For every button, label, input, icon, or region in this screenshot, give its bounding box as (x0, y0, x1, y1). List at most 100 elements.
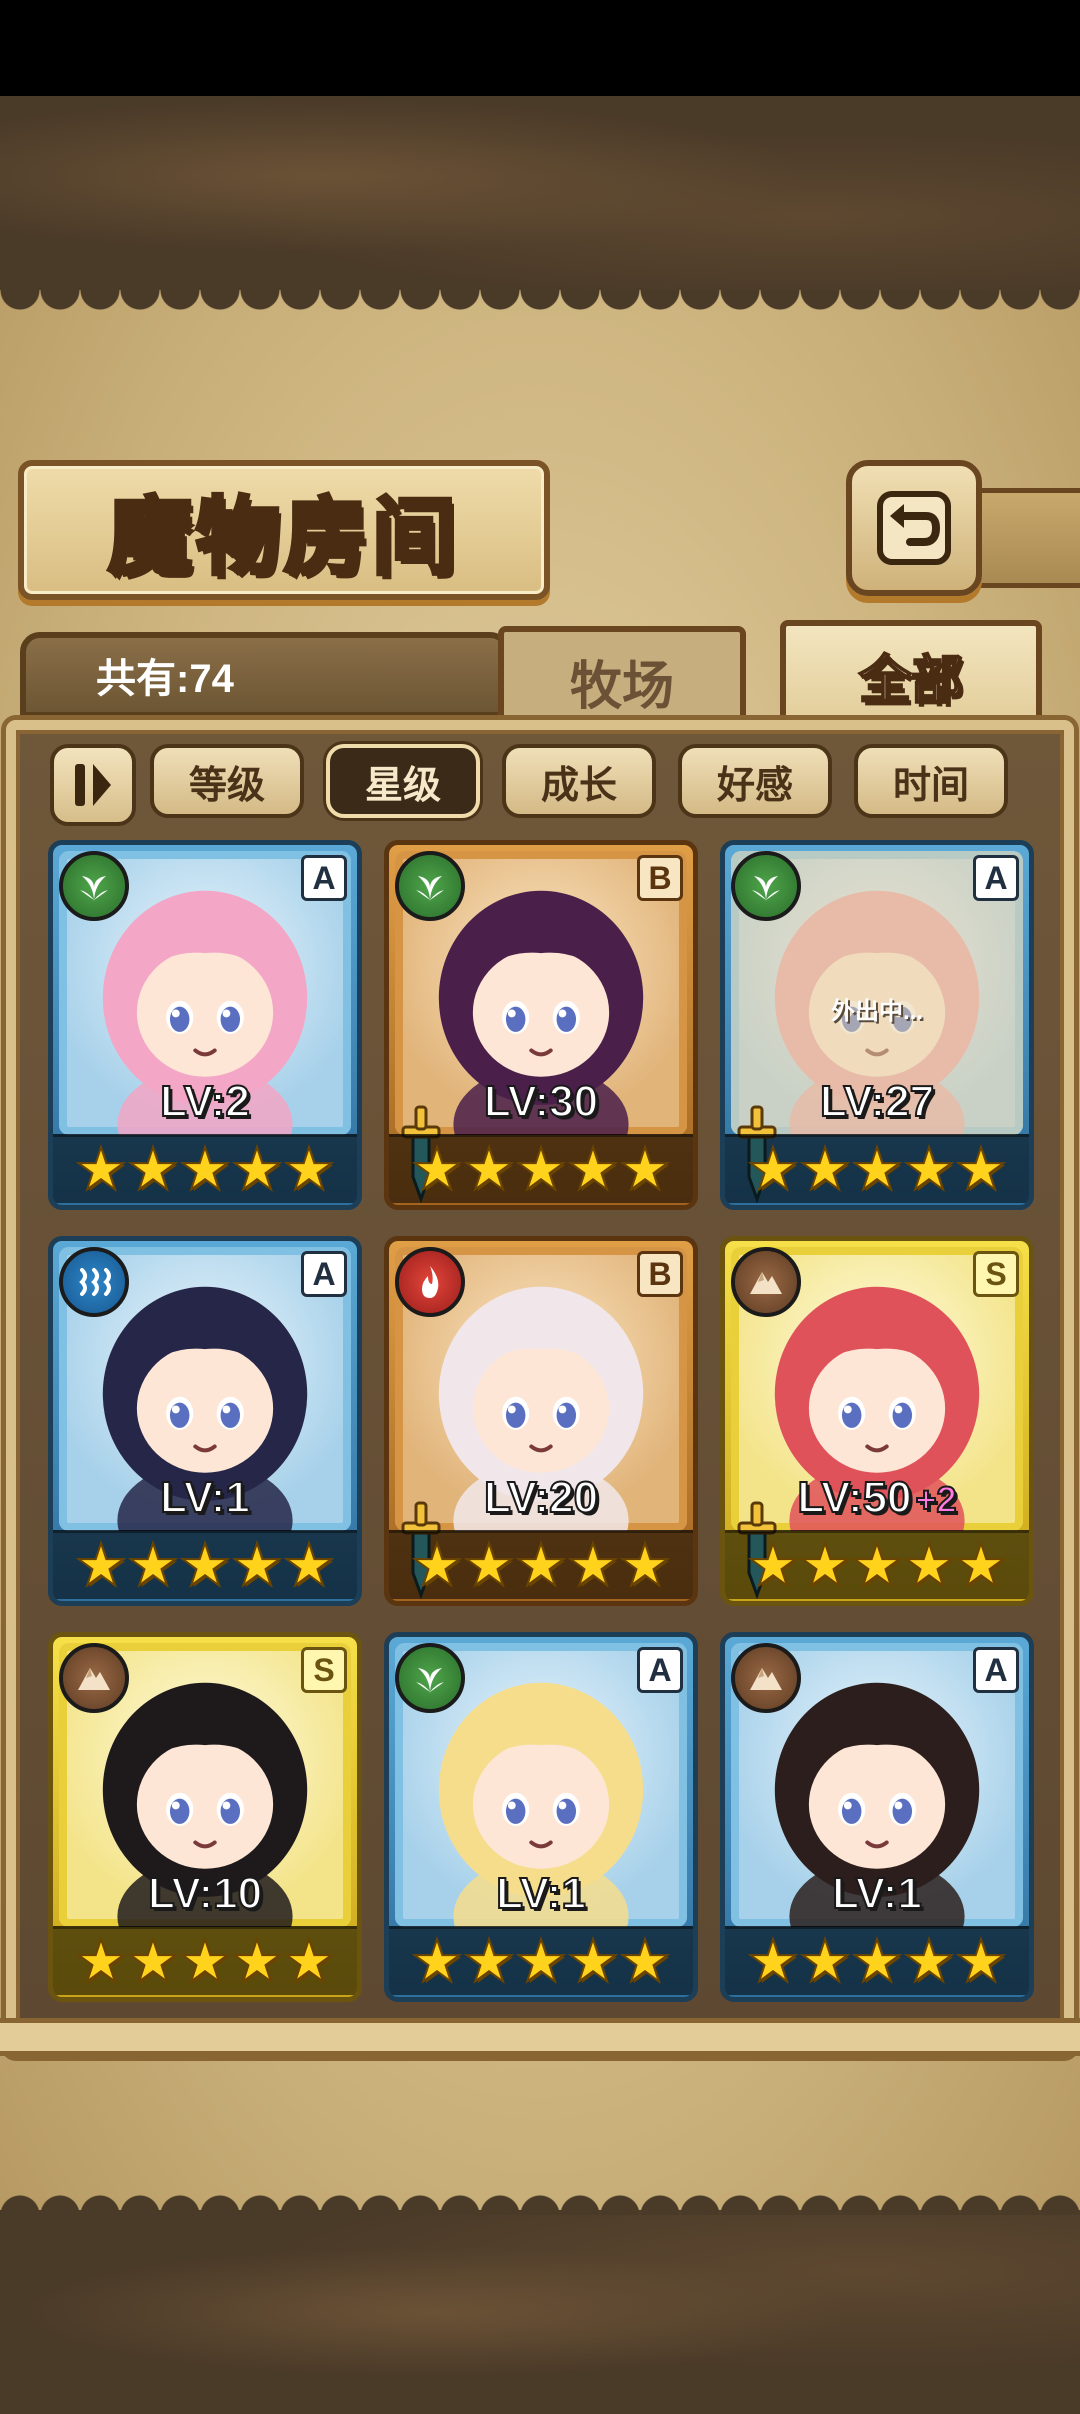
star-icon: ★ (126, 1533, 180, 1598)
star-icon: ★ (566, 1929, 620, 1994)
monster-level: LV:1 (495, 1868, 587, 1919)
rank-badge: A (973, 1647, 1019, 1693)
star-icon: ★ (566, 1533, 620, 1598)
monster-level: LV:1 (831, 1868, 923, 1919)
star-icon: ★ (410, 1929, 464, 1994)
panel-bottom-border (0, 2018, 1080, 2056)
star-icon: ★ (902, 1533, 956, 1598)
star-icon: ★ (282, 1137, 336, 1202)
star-icon: ★ (178, 1533, 232, 1598)
sort-order-icon (75, 764, 111, 806)
monster-card[interactable]: LV:1 A ★ ★ ★ ★ ★ (720, 1632, 1034, 2002)
monster-card[interactable]: LV:10 S ★ ★ ★ ★ ★ (48, 1632, 362, 2002)
star-icon: ★ (746, 1533, 800, 1598)
star-icon: ★ (902, 1929, 956, 1994)
star-icon: ★ (126, 1137, 180, 1202)
map-background-bottom (0, 2210, 1080, 2414)
sort-stars-button[interactable]: 星级 (326, 744, 480, 818)
star-rating: ★ ★ ★ ★ ★ (725, 1926, 1029, 1995)
monster-card[interactable]: LV:2 A ★ ★ ★ ★ ★ (48, 840, 362, 1210)
rank-badge: S (973, 1251, 1019, 1297)
star-rating: ★ ★ ★ ★ ★ (725, 1530, 1029, 1599)
star-icon: ★ (410, 1533, 464, 1598)
sort-affection-button[interactable]: 好感 (678, 744, 832, 818)
star-icon: ★ (462, 1137, 516, 1202)
star-icon: ★ (514, 1533, 568, 1598)
monster-card[interactable]: LV:50 +2 S ★ ★ ★ ★ ★ (720, 1236, 1034, 1606)
rank-badge: S (301, 1647, 347, 1693)
star-icon: ★ (850, 1929, 904, 1994)
star-icon: ★ (74, 1533, 128, 1598)
level-bonus: +2 (915, 1478, 958, 1521)
star-icon: ★ (618, 1533, 672, 1598)
element-badge (59, 1247, 129, 1317)
star-icon: ★ (514, 1929, 568, 1994)
sort-growth-button[interactable]: 成长 (502, 744, 656, 818)
mountain-icon (750, 1272, 782, 1294)
return-arrow-icon (877, 491, 951, 565)
leaf-icon (416, 1668, 444, 1694)
tab-ranch[interactable]: 牧场 (498, 626, 746, 730)
star-icon: ★ (954, 1137, 1008, 1202)
element-badge (395, 1643, 465, 1713)
title-banner: 魔物房间 (18, 460, 550, 600)
star-rating: ★ ★ ★ ★ ★ (389, 1530, 693, 1599)
star-icon: ★ (462, 1533, 516, 1598)
star-icon: ★ (410, 1137, 464, 1202)
tabs-row: 共有:74 牧场 全部 (20, 620, 1060, 730)
sort-order-toggle[interactable] (50, 744, 136, 826)
monster-card[interactable]: LV:30 B ★ ★ ★ ★ ★ (384, 840, 698, 1210)
element-badge (731, 851, 801, 921)
star-icon: ★ (850, 1137, 904, 1202)
monster-level: LV:1 (159, 1472, 251, 1523)
star-icon: ★ (798, 1533, 852, 1598)
leaf-icon (80, 876, 108, 902)
star-rating: ★ ★ ★ ★ ★ (389, 1926, 693, 1995)
star-icon: ★ (74, 1137, 128, 1202)
monster-card[interactable]: LV:1 A ★ ★ ★ ★ ★ (48, 1236, 362, 1606)
flame-icon (422, 1266, 439, 1298)
rank-badge: A (301, 855, 347, 901)
count-tab: 共有:74 (20, 632, 510, 718)
element-badge (395, 851, 465, 921)
element-badge (395, 1247, 465, 1317)
page-title: 魔物房间 (106, 485, 460, 588)
back-button[interactable] (846, 460, 982, 596)
tab-all[interactable]: 全部 (780, 620, 1042, 724)
sort-level-button[interactable]: 等级 (150, 744, 304, 818)
star-icon: ★ (798, 1929, 852, 1994)
star-icon: ★ (798, 1137, 852, 1202)
star-icon: ★ (282, 1929, 336, 1994)
star-rating: ★ ★ ★ ★ ★ (725, 1134, 1029, 1203)
leaf-icon (416, 876, 444, 902)
star-icon: ★ (850, 1533, 904, 1598)
star-icon: ★ (74, 1929, 128, 1994)
status-bar (0, 0, 1080, 96)
star-icon: ★ (902, 1137, 956, 1202)
mountain-icon (750, 1668, 782, 1690)
monster-status: 外出中... (830, 998, 923, 1025)
star-icon: ★ (618, 1929, 672, 1994)
monster-card[interactable]: LV:1 A ★ ★ ★ ★ ★ (384, 1632, 698, 2002)
sort-time-button[interactable]: 时间 (854, 744, 1008, 818)
element-badge (59, 851, 129, 921)
monster-level: LV:10 (147, 1868, 263, 1919)
star-icon: ★ (746, 1929, 800, 1994)
monster-count: 共有:74 (96, 657, 234, 701)
monster-level: LV:2 (159, 1076, 251, 1127)
rank-badge: A (973, 855, 1019, 901)
monster-card[interactable]: LV:20 B ★ ★ ★ ★ ★ (384, 1236, 698, 1606)
parchment-edge-top (0, 290, 1080, 330)
star-icon: ★ (230, 1533, 284, 1598)
star-rating: ★ ★ ★ ★ ★ (53, 1926, 357, 1995)
star-rating: ★ ★ ★ ★ ★ (53, 1134, 357, 1203)
star-icon: ★ (282, 1533, 336, 1598)
star-icon: ★ (746, 1137, 800, 1202)
leaf-icon (752, 876, 780, 902)
star-icon: ★ (230, 1137, 284, 1202)
monster-grid: LV:2 A ★ ★ ★ ★ ★ LV:30 B ★ ★ ★ ★ ★ 外出中... LV:27 A ★ ★ ★ ★ ★ LV… (48, 840, 1038, 2010)
star-rating: ★ ★ ★ ★ ★ (389, 1134, 693, 1203)
monster-card[interactable]: 外出中... LV:27 A ★ ★ ★ ★ ★ (720, 840, 1034, 1210)
star-icon: ★ (954, 1929, 1008, 1994)
star-icon: ★ (618, 1137, 672, 1202)
